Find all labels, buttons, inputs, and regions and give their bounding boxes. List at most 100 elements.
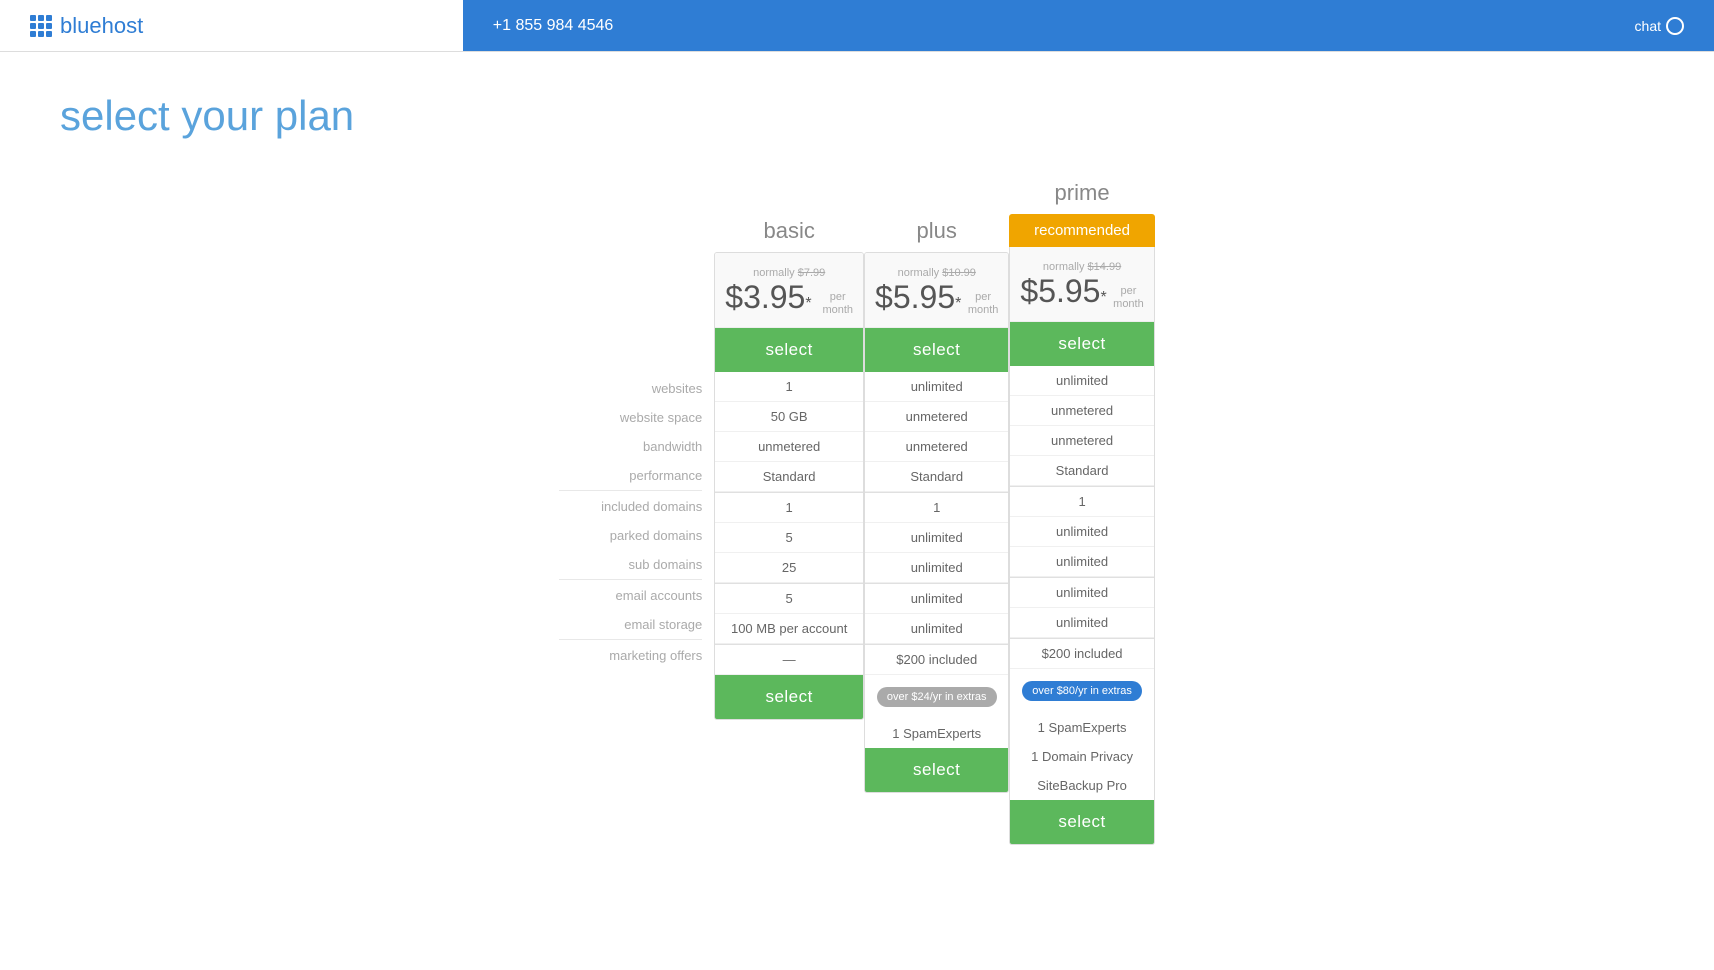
prime-asterisk: *	[1100, 289, 1106, 306]
plus-old-price: $10.99	[942, 267, 976, 279]
basic-sub-domains: 25	[715, 553, 863, 583]
label-top-spacer	[559, 230, 702, 374]
chat-label: chat	[1635, 18, 1661, 34]
plus-email-storage: unlimited	[865, 614, 1008, 644]
basic-parked-domains: 5	[715, 523, 863, 553]
basic-plan-card: normally $7.99 $3.95* permonth select 1 …	[714, 252, 864, 720]
prime-email-storage: unlimited	[1010, 608, 1153, 638]
prime-extras-badge: over $80/yr in extras	[1022, 681, 1142, 701]
label-included-domains: included domains	[559, 490, 702, 521]
basic-period: permonth	[822, 291, 853, 317]
plus-asterisk: *	[955, 295, 961, 312]
logo-text: bluehost	[60, 13, 143, 39]
basic-price-area: normally $7.99 $3.95* permonth	[715, 253, 863, 328]
basic-website-space: 50 GB	[715, 402, 863, 432]
plus-price-display: $5.95* permonth	[875, 279, 998, 317]
plus-normally: normally $10.99	[875, 267, 998, 279]
page-title: select your plan	[60, 92, 1654, 140]
prime-plan-card: normally $14.99 $5.95* permonth select u…	[1009, 247, 1154, 845]
prime-select-button[interactable]: select	[1010, 322, 1153, 366]
prime-extras-item-3: SiteBackup Pro	[1010, 771, 1153, 800]
label-website-space: website space	[559, 403, 702, 432]
main-content: select your plan websites website space …	[0, 52, 1714, 885]
plus-website-space: unmetered	[865, 402, 1008, 432]
plan-basic: basic normally $7.99 $3.95* permonth sel…	[714, 180, 864, 720]
basic-price-dollar: $3.95	[725, 279, 805, 315]
plus-top-spacer	[864, 180, 1009, 218]
prime-period: permonth	[1113, 285, 1144, 311]
prime-bandwidth: unmetered	[1010, 426, 1153, 456]
prime-sub-domains: unlimited	[1010, 547, 1153, 577]
header-phone: +1 855 984 4546	[463, 17, 1635, 35]
basic-performance: Standard	[715, 462, 863, 492]
plans-section: websites website space bandwidth perform…	[60, 180, 1654, 845]
basic-price: $3.95*	[725, 279, 820, 315]
basic-price-display: $3.95* permonth	[725, 279, 853, 317]
label-email-storage: email storage	[559, 610, 702, 639]
prime-old-price: $14.99	[1088, 261, 1122, 273]
prime-price-display: $5.95* permonth	[1020, 273, 1143, 311]
plus-marketing-offers: $200 included	[865, 644, 1008, 675]
basic-marketing-offers: —	[715, 644, 863, 675]
plus-sub-domains: unlimited	[865, 553, 1008, 583]
basic-email-storage: 100 MB per account	[715, 614, 863, 644]
label-email-accounts: email accounts	[559, 579, 702, 610]
prime-extras-item-2: 1 Domain Privacy	[1010, 742, 1153, 771]
plus-period: permonth	[968, 291, 999, 317]
plus-websites: unlimited	[865, 372, 1008, 402]
plus-select-button[interactable]: select	[865, 328, 1008, 372]
chat-button[interactable]: chat	[1635, 17, 1714, 35]
basic-feature-rows: 1 50 GB unmetered Standard 1 5 25 5 100 …	[715, 372, 863, 675]
label-performance: performance	[559, 461, 702, 490]
plus-plan-name: plus	[864, 218, 1009, 244]
basic-bandwidth: unmetered	[715, 432, 863, 462]
prime-parked-domains: unlimited	[1010, 517, 1153, 547]
plus-feature-rows: unlimited unmetered unmetered Standard 1…	[865, 372, 1008, 748]
basic-select-button[interactable]: select	[715, 328, 863, 372]
logo-grid-icon	[30, 15, 52, 37]
basic-included-domains: 1	[715, 492, 863, 523]
plus-bandwidth: unmetered	[865, 432, 1008, 462]
plan-prime: prime recommended normally $14.99 $5.95*…	[1009, 180, 1154, 845]
plus-select-button-bottom[interactable]: select	[865, 748, 1008, 792]
prime-marketing-offers: $200 included	[1010, 638, 1153, 669]
plus-price: $5.95*	[875, 279, 961, 315]
basic-plan-name: basic	[714, 218, 864, 244]
prime-select-button-bottom[interactable]: select	[1010, 800, 1153, 844]
plus-email-accounts: unlimited	[865, 583, 1008, 614]
prime-price-area: normally $14.99 $5.95* permonth	[1010, 247, 1153, 322]
plus-price-area: normally $10.99 $5.95* permonth	[865, 253, 1008, 328]
plus-parked-domains: unlimited	[865, 523, 1008, 553]
prime-normally: normally $14.99	[1020, 261, 1143, 273]
label-bandwidth: bandwidth	[559, 432, 702, 461]
header: bluehost +1 855 984 4546 chat	[0, 0, 1714, 52]
plus-extras-item-1: 1 SpamExperts	[865, 719, 1008, 748]
label-group: websites website space bandwidth perform…	[559, 374, 702, 670]
basic-top-spacer	[714, 180, 864, 218]
label-sub-domains: sub domains	[559, 550, 702, 579]
row-labels-column: websites website space bandwidth perform…	[559, 180, 714, 670]
recommended-badge: recommended	[1009, 214, 1154, 247]
label-parked-domains: parked domains	[559, 521, 702, 550]
prime-plan-name: prime	[1009, 180, 1154, 206]
basic-old-price: $7.99	[798, 267, 826, 279]
plus-extras-badge-cell: over $24/yr in extras	[865, 675, 1008, 719]
label-websites: websites	[559, 374, 702, 403]
plus-included-domains: 1	[865, 492, 1008, 523]
logo-area: bluehost	[0, 13, 463, 39]
prime-extras-item-1: 1 SpamExperts	[1010, 713, 1153, 742]
prime-email-accounts: unlimited	[1010, 577, 1153, 608]
plus-performance: Standard	[865, 462, 1008, 492]
prime-website-space: unmetered	[1010, 396, 1153, 426]
basic-select-button-bottom[interactable]: select	[715, 675, 863, 719]
prime-feature-rows: unlimited unmetered unmetered Standard 1…	[1010, 366, 1153, 800]
plus-plan-card: normally $10.99 $5.95* permonth select u…	[864, 252, 1009, 793]
basic-normally: normally $7.99	[725, 267, 853, 279]
label-marketing-offers: marketing offers	[559, 639, 702, 670]
basic-email-accounts: 5	[715, 583, 863, 614]
prime-websites: unlimited	[1010, 366, 1153, 396]
prime-included-domains: 1	[1010, 486, 1153, 517]
plan-plus: plus normally $10.99 $5.95* permonth sel…	[864, 180, 1009, 793]
plus-extras-badge: over $24/yr in extras	[877, 687, 997, 707]
prime-performance: Standard	[1010, 456, 1153, 486]
